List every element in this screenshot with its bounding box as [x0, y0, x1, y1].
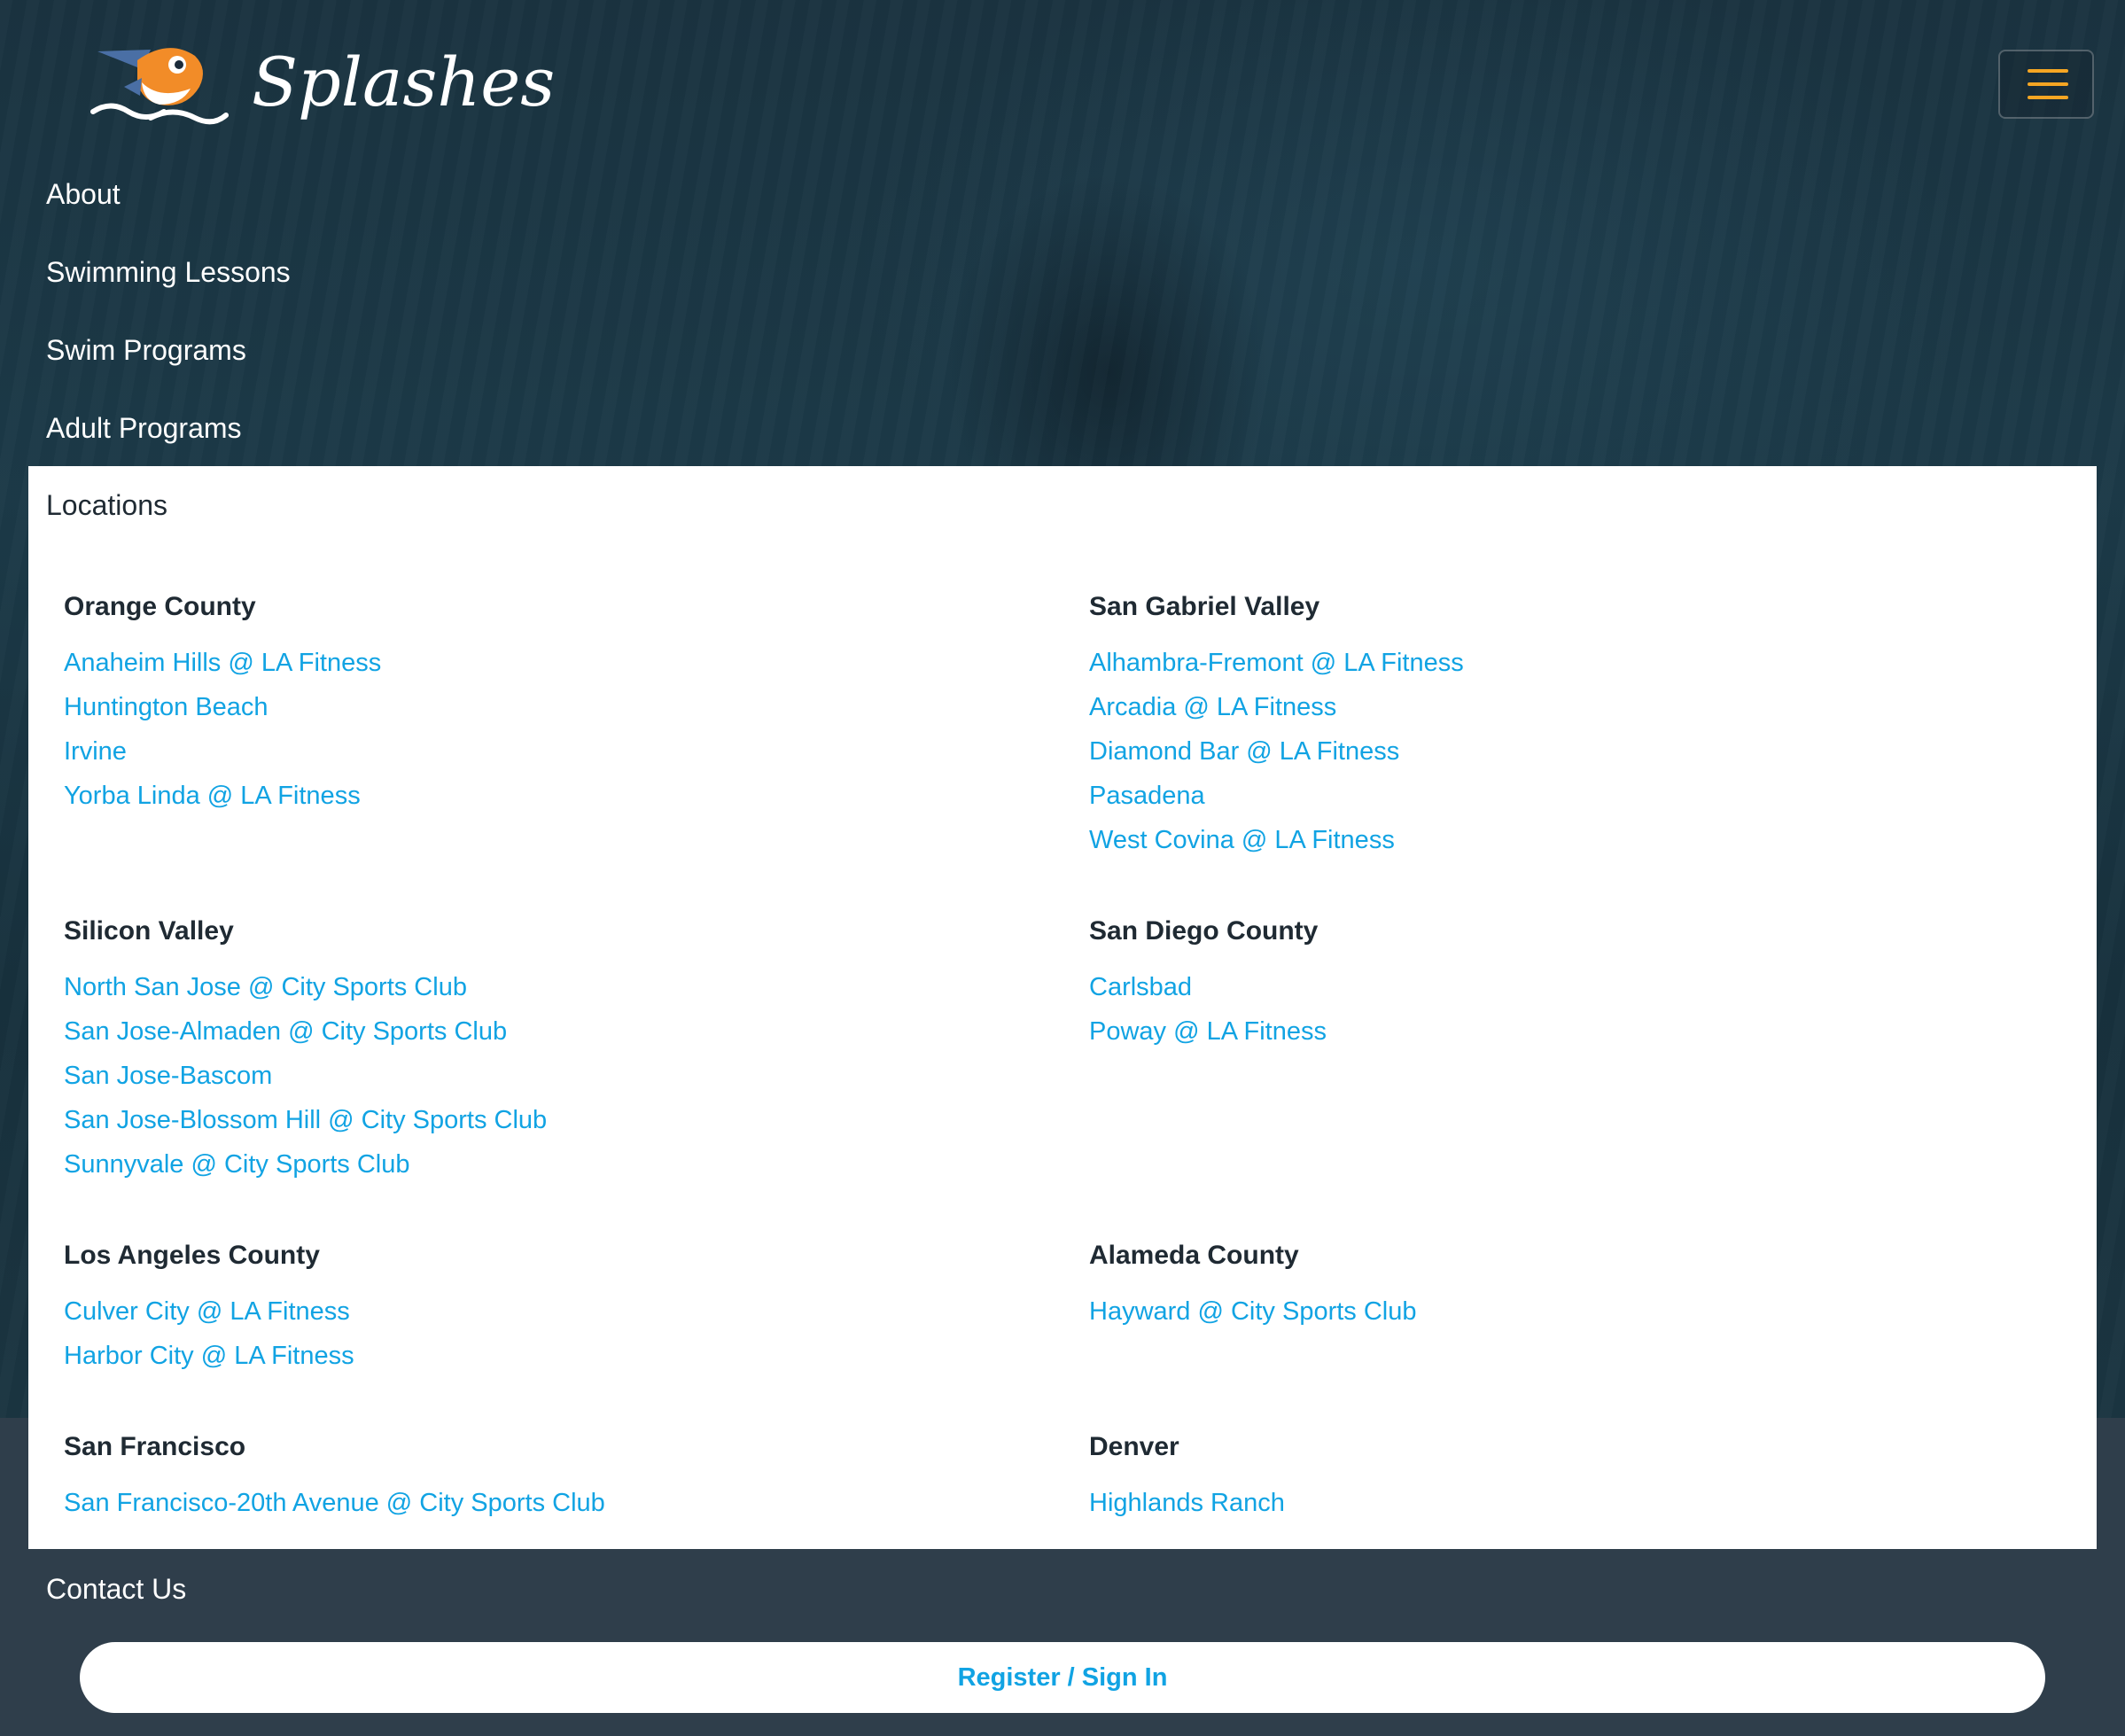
brand-logo[interactable]: Splashes [89, 34, 555, 131]
region-title: Los Angeles County [64, 1241, 320, 1270]
location-link[interactable]: Poway @ LA Fitness [1089, 1017, 1327, 1046]
location-link[interactable]: San Jose-Almaden @ City Sports Club [64, 1017, 507, 1046]
region-title: San Francisco [64, 1432, 246, 1461]
region-title: Silicon Valley [64, 916, 234, 946]
region-denver: Denver Highlands Ranch [1089, 1429, 2064, 1525]
location-link[interactable]: Harbor City @ LA Fitness [64, 1342, 354, 1370]
region-san-diego-county: San Diego County Carlsbad Poway @ LA Fit… [1089, 914, 2064, 1054]
location-link[interactable]: Irvine [64, 737, 127, 766]
location-link[interactable]: North San Jose @ City Sports Club [64, 973, 467, 1001]
nav-item-adult-programs[interactable]: Adult Programs [46, 410, 242, 446]
menu-toggle-button[interactable] [1998, 50, 2094, 119]
location-link[interactable]: Anaheim Hills @ LA Fitness [64, 649, 381, 677]
location-link[interactable]: Diamond Bar @ LA Fitness [1089, 737, 1399, 766]
location-link[interactable]: Pasadena [1089, 782, 1205, 810]
region-title: Alameda County [1089, 1241, 1299, 1270]
location-link[interactable]: Arcadia @ LA Fitness [1089, 693, 1336, 721]
location-link[interactable]: Yorba Linda @ LA Fitness [64, 782, 361, 810]
region-title: Orange County [64, 592, 256, 621]
nav-item-locations[interactable]: Locations [46, 487, 167, 523]
shark-mascot-icon [90, 48, 229, 125]
nav-item-swimming-lessons[interactable]: Swimming Lessons [46, 254, 291, 290]
region-alameda-county: Alameda County Hayward @ City Sports Clu… [1089, 1238, 2064, 1334]
location-link[interactable]: West Covina @ LA Fitness [1089, 826, 1395, 854]
nav-item-contact[interactable]: Contact Us [46, 1571, 186, 1607]
location-link[interactable]: Carlsbad [1089, 973, 1192, 1001]
location-link[interactable]: Hayward @ City Sports Club [1089, 1297, 1417, 1326]
region-title: San Gabriel Valley [1089, 592, 1320, 621]
brand-name: Splashes [252, 43, 556, 121]
location-link[interactable]: Culver City @ LA Fitness [64, 1297, 350, 1326]
location-link[interactable]: Alhambra-Fremont @ LA Fitness [1089, 649, 1464, 677]
locations-dropdown: Locations Orange County Anaheim Hills @ … [28, 466, 2097, 1549]
region-san-gabriel-valley: San Gabriel Valley Alhambra-Fremont @ LA… [1089, 589, 2064, 862]
location-link[interactable]: San Francisco-20th Avenue @ City Sports … [64, 1489, 605, 1517]
region-orange-county: Orange County Anaheim Hills @ LA Fitness… [64, 589, 1039, 818]
region-silicon-valley: Silicon Valley North San Jose @ City Spo… [64, 914, 1039, 1187]
region-los-angeles-county: Los Angeles County Culver City @ LA Fitn… [64, 1238, 1039, 1378]
location-link[interactable]: San Jose-Bascom [64, 1062, 272, 1090]
location-link[interactable]: Sunnyvale @ City Sports Club [64, 1150, 410, 1179]
region-title: Denver [1089, 1432, 1179, 1461]
location-link[interactable]: San Jose-Blossom Hill @ City Sports Club [64, 1106, 547, 1134]
register-sign-in-button[interactable]: Register / Sign In [80, 1642, 2045, 1713]
region-title: San Diego County [1089, 916, 1319, 946]
region-san-francisco: San Francisco San Francisco-20th Avenue … [64, 1429, 1039, 1525]
nav-item-swim-programs[interactable]: Swim Programs [46, 332, 246, 368]
location-link[interactable]: Huntington Beach [64, 693, 269, 721]
location-link[interactable]: Highlands Ranch [1089, 1489, 1285, 1517]
nav-item-about[interactable]: About [46, 176, 121, 212]
